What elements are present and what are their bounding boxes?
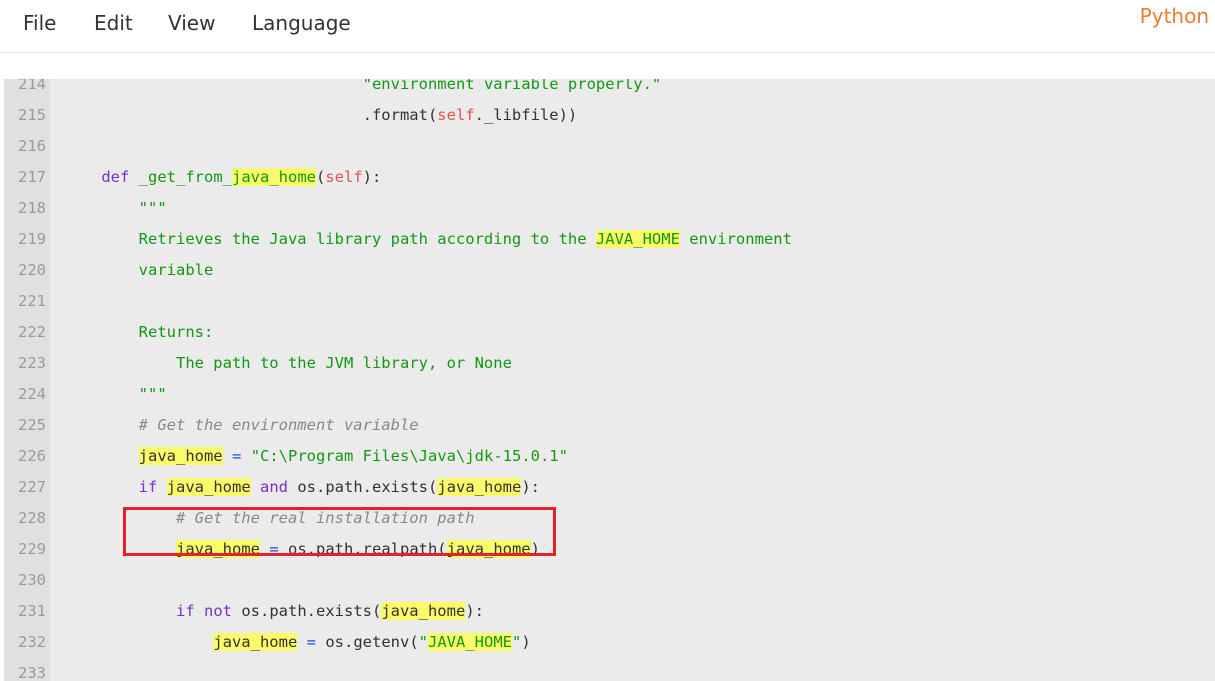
menu-view[interactable]: View xyxy=(168,11,215,35)
line-code: .format(self._libfile)) xyxy=(64,106,578,124)
code-line: 215 .format(self._libfile)) xyxy=(4,100,1215,131)
line-number: 215 xyxy=(18,106,46,124)
code-line: 230 xyxy=(4,565,1215,596)
code-editor[interactable]: 214 "environment variable properly." 215 … xyxy=(4,79,1215,681)
line-number: 222 xyxy=(18,323,46,341)
code-line: 217 def _get_from_java_home(self): xyxy=(4,162,1215,193)
code-line: 232 java_home = os.getenv("JAVA_HOME") xyxy=(4,627,1215,658)
line-number: 216 xyxy=(18,137,46,155)
line-number: 218 xyxy=(18,199,46,217)
line-code: The path to the JVM library, or None xyxy=(64,354,512,372)
line-number: 220 xyxy=(18,261,46,279)
line-number: 233 xyxy=(18,664,46,681)
code-line: 214 "environment variable properly." xyxy=(4,79,1215,100)
language-indicator: Python xyxy=(1139,4,1209,28)
line-code: Returns: xyxy=(64,323,214,341)
line-code: java_home = os.getenv("JAVA_HOME") xyxy=(213,633,531,651)
line-number: 219 xyxy=(18,230,46,248)
line-code: if java_home and os.path.exists(java_hom… xyxy=(138,478,540,496)
code-line: 220 variable xyxy=(4,255,1215,286)
line-number: 226 xyxy=(18,447,46,465)
line-number: 228 xyxy=(18,509,46,527)
code-line: 221 xyxy=(4,286,1215,317)
line-code: """ xyxy=(64,199,167,217)
code-line: 218 """ xyxy=(4,193,1215,224)
line-number: 231 xyxy=(18,602,46,620)
code-line: 226 java_home = "C:\Program Files\Java\j… xyxy=(4,441,1215,472)
menu-language[interactable]: Language xyxy=(252,11,351,35)
line-number: 214 xyxy=(18,79,46,93)
line-code: def _get_from_java_home(self): xyxy=(101,168,382,186)
code-line: 223 The path to the JVM library, or None xyxy=(4,348,1215,379)
menu-edit[interactable]: Edit xyxy=(94,11,133,35)
line-number: 221 xyxy=(18,292,46,310)
line-code: variable xyxy=(64,261,214,279)
code-line: 222 Returns: xyxy=(4,317,1215,348)
line-number: 230 xyxy=(18,571,46,589)
line-number: 217 xyxy=(18,168,46,186)
line-number: 229 xyxy=(18,540,46,558)
line-number: 227 xyxy=(18,478,46,496)
code-line: 231 if not os.path.exists(java_home): xyxy=(4,596,1215,627)
line-code: """ xyxy=(64,385,167,403)
code-line: 224 """ xyxy=(4,379,1215,410)
code-line: 219 Retrieves the Java library path acco… xyxy=(4,224,1215,255)
line-number: 223 xyxy=(18,354,46,372)
line-code: "environment variable properly." xyxy=(362,79,662,93)
code-line: 225 # Get the environment variable xyxy=(4,410,1215,441)
code-line: 227 if java_home and os.path.exists(java… xyxy=(4,472,1215,503)
annotation-highlight-box xyxy=(123,507,556,556)
line-code: java_home = "C:\Program Files\Java\jdk-1… xyxy=(138,447,568,465)
line-number: 232 xyxy=(18,633,46,651)
line-code: if not os.path.exists(java_home): xyxy=(175,602,484,620)
code-line: 233 xyxy=(4,658,1215,681)
menu-file[interactable]: File xyxy=(23,11,56,35)
line-code: Retrieves the Java library path accordin… xyxy=(64,230,792,248)
line-number: 225 xyxy=(18,416,46,434)
menu-bar: File Edit View Language Python xyxy=(0,0,1215,53)
line-code: # Get the environment variable xyxy=(64,416,419,434)
line-number: 224 xyxy=(18,385,46,403)
code-line: 216 xyxy=(4,131,1215,162)
